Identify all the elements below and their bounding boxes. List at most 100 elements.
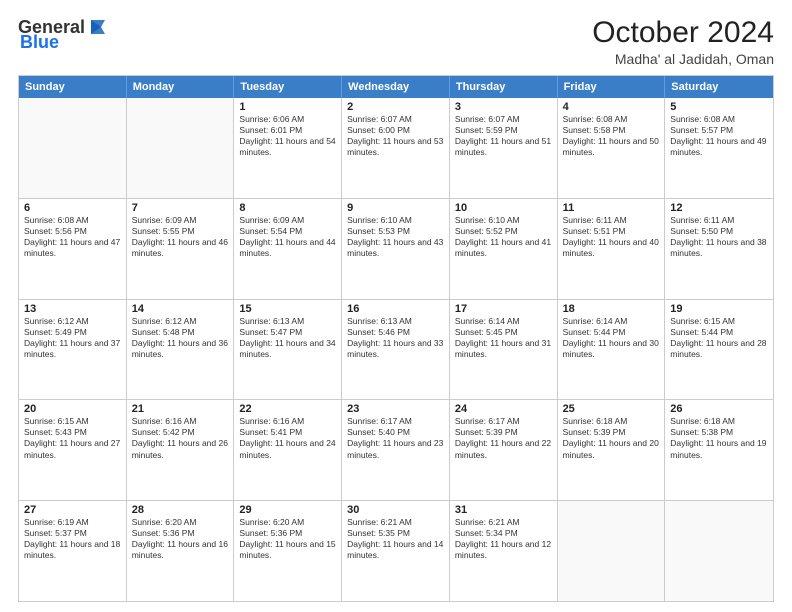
day-number: 6 — [24, 202, 121, 214]
calendar-cell: 25Sunrise: 6:18 AM Sunset: 5:39 PM Dayli… — [558, 400, 666, 500]
calendar-cell: 18Sunrise: 6:14 AM Sunset: 5:44 PM Dayli… — [558, 300, 666, 400]
cell-info: Sunrise: 6:09 AM Sunset: 5:54 PM Dayligh… — [239, 215, 336, 259]
day-number: 13 — [24, 303, 121, 315]
cell-info: Sunrise: 6:08 AM Sunset: 5:56 PM Dayligh… — [24, 215, 121, 259]
day-number: 23 — [347, 403, 444, 415]
day-number: 10 — [455, 202, 552, 214]
calendar-cell: 2Sunrise: 6:07 AM Sunset: 6:00 PM Daylig… — [342, 98, 450, 198]
day-number: 27 — [24, 504, 121, 516]
calendar-cell — [665, 501, 773, 601]
weekday-header: Tuesday — [234, 76, 342, 98]
calendar-cell: 12Sunrise: 6:11 AM Sunset: 5:50 PM Dayli… — [665, 199, 773, 299]
day-number: 9 — [347, 202, 444, 214]
day-number: 25 — [563, 403, 660, 415]
calendar-row: 6Sunrise: 6:08 AM Sunset: 5:56 PM Daylig… — [19, 198, 773, 299]
cell-info: Sunrise: 6:16 AM Sunset: 5:41 PM Dayligh… — [239, 416, 336, 460]
calendar-cell: 13Sunrise: 6:12 AM Sunset: 5:49 PM Dayli… — [19, 300, 127, 400]
header: General Blue October 2024 Madha' al Jadi… — [18, 16, 774, 67]
logo-blue: Blue — [20, 32, 59, 53]
calendar-cell: 16Sunrise: 6:13 AM Sunset: 5:46 PM Dayli… — [342, 300, 450, 400]
weekday-header: Thursday — [450, 76, 558, 98]
cell-info: Sunrise: 6:18 AM Sunset: 5:38 PM Dayligh… — [670, 416, 768, 460]
logo-flag-icon — [87, 16, 109, 38]
cell-info: Sunrise: 6:20 AM Sunset: 5:36 PM Dayligh… — [132, 517, 229, 561]
weekday-header: Monday — [127, 76, 235, 98]
day-number: 15 — [239, 303, 336, 315]
day-number: 3 — [455, 101, 552, 113]
day-number: 4 — [563, 101, 660, 113]
month-title: October 2024 — [592, 16, 774, 49]
day-number: 7 — [132, 202, 229, 214]
day-number: 2 — [347, 101, 444, 113]
day-number: 8 — [239, 202, 336, 214]
title-block: October 2024 Madha' al Jadidah, Oman — [592, 16, 774, 67]
calendar-cell: 28Sunrise: 6:20 AM Sunset: 5:36 PM Dayli… — [127, 501, 235, 601]
calendar-cell: 5Sunrise: 6:08 AM Sunset: 5:57 PM Daylig… — [665, 98, 773, 198]
calendar-cell: 11Sunrise: 6:11 AM Sunset: 5:51 PM Dayli… — [558, 199, 666, 299]
cell-info: Sunrise: 6:13 AM Sunset: 5:47 PM Dayligh… — [239, 316, 336, 360]
weekday-header: Saturday — [665, 76, 773, 98]
day-number: 28 — [132, 504, 229, 516]
cell-info: Sunrise: 6:17 AM Sunset: 5:39 PM Dayligh… — [455, 416, 552, 460]
logo: General Blue — [18, 16, 109, 53]
calendar-cell: 20Sunrise: 6:15 AM Sunset: 5:43 PM Dayli… — [19, 400, 127, 500]
calendar-row: 1Sunrise: 6:06 AM Sunset: 6:01 PM Daylig… — [19, 98, 773, 198]
calendar-cell: 26Sunrise: 6:18 AM Sunset: 5:38 PM Dayli… — [665, 400, 773, 500]
day-number: 17 — [455, 303, 552, 315]
cell-info: Sunrise: 6:10 AM Sunset: 5:52 PM Dayligh… — [455, 215, 552, 259]
cell-info: Sunrise: 6:21 AM Sunset: 5:34 PM Dayligh… — [455, 517, 552, 561]
cell-info: Sunrise: 6:12 AM Sunset: 5:49 PM Dayligh… — [24, 316, 121, 360]
cell-info: Sunrise: 6:19 AM Sunset: 5:37 PM Dayligh… — [24, 517, 121, 561]
cell-info: Sunrise: 6:21 AM Sunset: 5:35 PM Dayligh… — [347, 517, 444, 561]
calendar-cell: 24Sunrise: 6:17 AM Sunset: 5:39 PM Dayli… — [450, 400, 558, 500]
calendar-cell: 17Sunrise: 6:14 AM Sunset: 5:45 PM Dayli… — [450, 300, 558, 400]
calendar-cell — [558, 501, 666, 601]
calendar-cell: 14Sunrise: 6:12 AM Sunset: 5:48 PM Dayli… — [127, 300, 235, 400]
day-number: 19 — [670, 303, 768, 315]
day-number: 5 — [670, 101, 768, 113]
day-number: 26 — [670, 403, 768, 415]
cell-info: Sunrise: 6:15 AM Sunset: 5:43 PM Dayligh… — [24, 416, 121, 460]
day-number: 18 — [563, 303, 660, 315]
cell-info: Sunrise: 6:14 AM Sunset: 5:44 PM Dayligh… — [563, 316, 660, 360]
calendar-cell: 6Sunrise: 6:08 AM Sunset: 5:56 PM Daylig… — [19, 199, 127, 299]
calendar-cell — [19, 98, 127, 198]
cell-info: Sunrise: 6:16 AM Sunset: 5:42 PM Dayligh… — [132, 416, 229, 460]
calendar-cell: 15Sunrise: 6:13 AM Sunset: 5:47 PM Dayli… — [234, 300, 342, 400]
calendar-cell: 23Sunrise: 6:17 AM Sunset: 5:40 PM Dayli… — [342, 400, 450, 500]
cell-info: Sunrise: 6:10 AM Sunset: 5:53 PM Dayligh… — [347, 215, 444, 259]
calendar-cell: 22Sunrise: 6:16 AM Sunset: 5:41 PM Dayli… — [234, 400, 342, 500]
day-number: 22 — [239, 403, 336, 415]
weekday-header: Wednesday — [342, 76, 450, 98]
day-number: 1 — [239, 101, 336, 113]
weekday-header: Friday — [558, 76, 666, 98]
cell-info: Sunrise: 6:07 AM Sunset: 6:00 PM Dayligh… — [347, 114, 444, 158]
day-number: 31 — [455, 504, 552, 516]
calendar-cell: 30Sunrise: 6:21 AM Sunset: 5:35 PM Dayli… — [342, 501, 450, 601]
calendar-cell: 7Sunrise: 6:09 AM Sunset: 5:55 PM Daylig… — [127, 199, 235, 299]
cell-info: Sunrise: 6:18 AM Sunset: 5:39 PM Dayligh… — [563, 416, 660, 460]
cell-info: Sunrise: 6:12 AM Sunset: 5:48 PM Dayligh… — [132, 316, 229, 360]
calendar-row: 27Sunrise: 6:19 AM Sunset: 5:37 PM Dayli… — [19, 500, 773, 601]
day-number: 16 — [347, 303, 444, 315]
day-number: 24 — [455, 403, 552, 415]
day-number: 30 — [347, 504, 444, 516]
day-number: 11 — [563, 202, 660, 214]
cell-info: Sunrise: 6:11 AM Sunset: 5:51 PM Dayligh… — [563, 215, 660, 259]
cell-info: Sunrise: 6:20 AM Sunset: 5:36 PM Dayligh… — [239, 517, 336, 561]
day-number: 20 — [24, 403, 121, 415]
cell-info: Sunrise: 6:14 AM Sunset: 5:45 PM Dayligh… — [455, 316, 552, 360]
cell-info: Sunrise: 6:11 AM Sunset: 5:50 PM Dayligh… — [670, 215, 768, 259]
calendar-cell: 27Sunrise: 6:19 AM Sunset: 5:37 PM Dayli… — [19, 501, 127, 601]
calendar-cell: 4Sunrise: 6:08 AM Sunset: 5:58 PM Daylig… — [558, 98, 666, 198]
cell-info: Sunrise: 6:06 AM Sunset: 6:01 PM Dayligh… — [239, 114, 336, 158]
calendar-row: 20Sunrise: 6:15 AM Sunset: 5:43 PM Dayli… — [19, 399, 773, 500]
calendar-cell — [127, 98, 235, 198]
calendar-cell: 21Sunrise: 6:16 AM Sunset: 5:42 PM Dayli… — [127, 400, 235, 500]
calendar-cell: 9Sunrise: 6:10 AM Sunset: 5:53 PM Daylig… — [342, 199, 450, 299]
calendar-cell: 31Sunrise: 6:21 AM Sunset: 5:34 PM Dayli… — [450, 501, 558, 601]
calendar-header: SundayMondayTuesdayWednesdayThursdayFrid… — [19, 76, 773, 98]
cell-info: Sunrise: 6:07 AM Sunset: 5:59 PM Dayligh… — [455, 114, 552, 158]
calendar-cell: 19Sunrise: 6:15 AM Sunset: 5:44 PM Dayli… — [665, 300, 773, 400]
day-number: 29 — [239, 504, 336, 516]
